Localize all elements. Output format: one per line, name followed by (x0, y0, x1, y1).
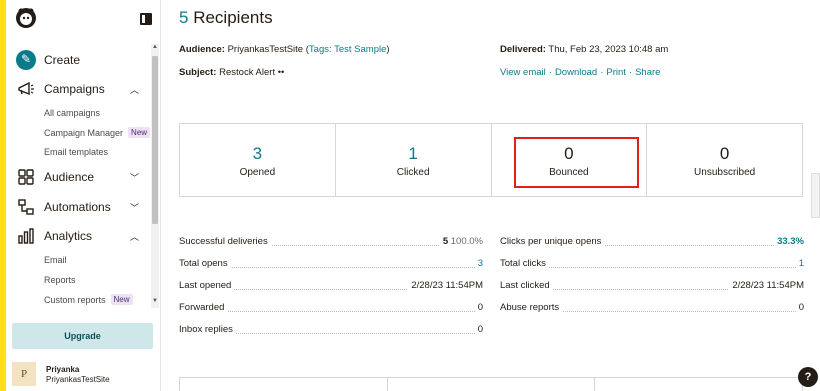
audience-line: Audience: PriyankasTestSite (Tags: Test … (179, 44, 390, 55)
page-title: 5 Recipients (179, 8, 273, 28)
chevron-down-icon[interactable]: ﹀ (130, 201, 139, 214)
next-section-panels (179, 377, 803, 391)
view-email-link[interactable]: View email (500, 67, 546, 78)
stat-value: 3 (252, 144, 263, 163)
table-row: Abuse reports 0 (500, 302, 804, 313)
chevron-up-icon[interactable]: ︿ (130, 83, 139, 96)
audience-icon (18, 169, 34, 185)
sidebar-item-label: Campaigns (44, 82, 105, 96)
sidebar-scroll-thumb[interactable] (152, 56, 158, 224)
stat-label: Clicked (396, 167, 430, 178)
table-row: Clicks per unique opens 33.3% (500, 236, 804, 247)
table-row: Last opened 2/28/23 11:54PM (179, 280, 483, 291)
sidebar-item-automations[interactable]: Automations ﹀ (6, 193, 151, 221)
stat-clicked[interactable]: 1 Clicked (336, 124, 492, 196)
sidebar-item-label: Analytics (44, 229, 93, 243)
table-row: Successful deliveries 5 100.0% (179, 236, 483, 247)
megaphone-icon (18, 81, 34, 96)
mailchimp-logo-icon[interactable] (14, 6, 38, 30)
report-actions: View email · Download · Print · Share (500, 67, 661, 78)
table-row: Inbox replies 0 (179, 324, 483, 335)
bounced-highlight-box (514, 137, 639, 188)
sidebar-item-label: Audience (44, 170, 95, 184)
avatar: P (12, 362, 36, 386)
panel (388, 378, 596, 391)
subject-line: Subject: Restock Alert •• (179, 67, 285, 78)
stat-unsubscribed: 0 Unsubscribed (647, 124, 802, 196)
pencil-icon (16, 50, 36, 70)
table-row: Total opens 3 (179, 258, 483, 269)
sidebar-item-label: Automations (44, 200, 111, 214)
main-content: 5 Recipients Audience: PriyankasTestSite… (161, 0, 820, 391)
user-name: Priyanka (46, 365, 80, 374)
sidebar-sub-email-templates[interactable]: Email templates (44, 147, 108, 157)
delivered-line: Delivered: Thu, Feb 23, 2023 10:48 am (500, 44, 669, 55)
automations-icon (18, 199, 34, 215)
feedback-tab[interactable] (811, 173, 820, 218)
share-link[interactable]: Share (635, 67, 660, 78)
sidebar-item-analytics[interactable]: Analytics ︿ (6, 222, 151, 250)
table-row: Total clicks 1 (500, 258, 804, 269)
sidebar-item-campaigns[interactable]: Campaigns ︿ (6, 75, 151, 103)
bar-chart-icon (18, 228, 34, 244)
sidebar-sub-reports[interactable]: Reports (44, 275, 76, 285)
upgrade-button[interactable]: Upgrade (12, 323, 153, 349)
print-link[interactable]: Print (606, 67, 626, 78)
sidebar-sub-email[interactable]: Email (44, 255, 67, 265)
stat-value: 1 (408, 144, 418, 163)
sidebar-nav: Create Campaigns ︿ All campaigns Campaig… (6, 42, 151, 310)
sidebar-sub-custom-reports[interactable]: Custom reports New (44, 294, 133, 305)
stat-label: Unsubscribed (694, 167, 756, 178)
tags-label: Tags: (308, 44, 332, 55)
chevron-down-icon[interactable]: ﹀ (130, 171, 139, 184)
recipient-count: 5 (179, 8, 189, 27)
chevron-up-icon[interactable]: ︿ (130, 230, 139, 243)
help-button[interactable]: ? (798, 367, 818, 387)
download-link[interactable]: Download (555, 67, 597, 78)
user-account[interactable]: P Priyanka PriyankasTestSite (12, 359, 157, 389)
title-text: Recipients (193, 8, 273, 27)
table-row: Forwarded 0 (179, 302, 483, 313)
stats-summary: 3 Opened 1 Clicked 0 Bounced 0 Unsubscri… (179, 123, 803, 197)
table-row: Last clicked 2/28/23 11:54PM (500, 280, 804, 291)
scroll-down-arrow-icon[interactable]: ▼ (151, 298, 159, 308)
new-badge: New (128, 127, 151, 138)
panel (180, 378, 388, 391)
stat-opened[interactable]: 3 Opened (180, 124, 336, 196)
collapse-sidebar-icon[interactable] (140, 13, 152, 25)
stat-label: Opened (239, 167, 276, 178)
audience-name: PriyankasTestSite (227, 44, 304, 55)
stat-value: 0 (719, 144, 730, 163)
panel (595, 378, 802, 391)
new-badge: New (110, 294, 133, 305)
sidebar-sub-campaign-manager[interactable]: Campaign Manager New (44, 127, 151, 138)
scroll-up-arrow-icon[interactable]: ▲ (151, 44, 159, 54)
subject-value: Restock Alert •• (219, 67, 285, 78)
tag-link[interactable]: Test Sample (334, 44, 386, 55)
user-org: PriyankasTestSite (46, 375, 110, 384)
sidebar-item-audience[interactable]: Audience ﹀ (6, 163, 151, 191)
sidebar-item-create[interactable]: Create (6, 46, 151, 74)
delivered-value: Thu, Feb 23, 2023 10:48 am (548, 44, 669, 55)
sidebar-item-label: Create (44, 53, 81, 67)
sidebar-sub-all-campaigns[interactable]: All campaigns (44, 108, 100, 118)
sidebar: Create Campaigns ︿ All campaigns Campaig… (6, 0, 161, 391)
